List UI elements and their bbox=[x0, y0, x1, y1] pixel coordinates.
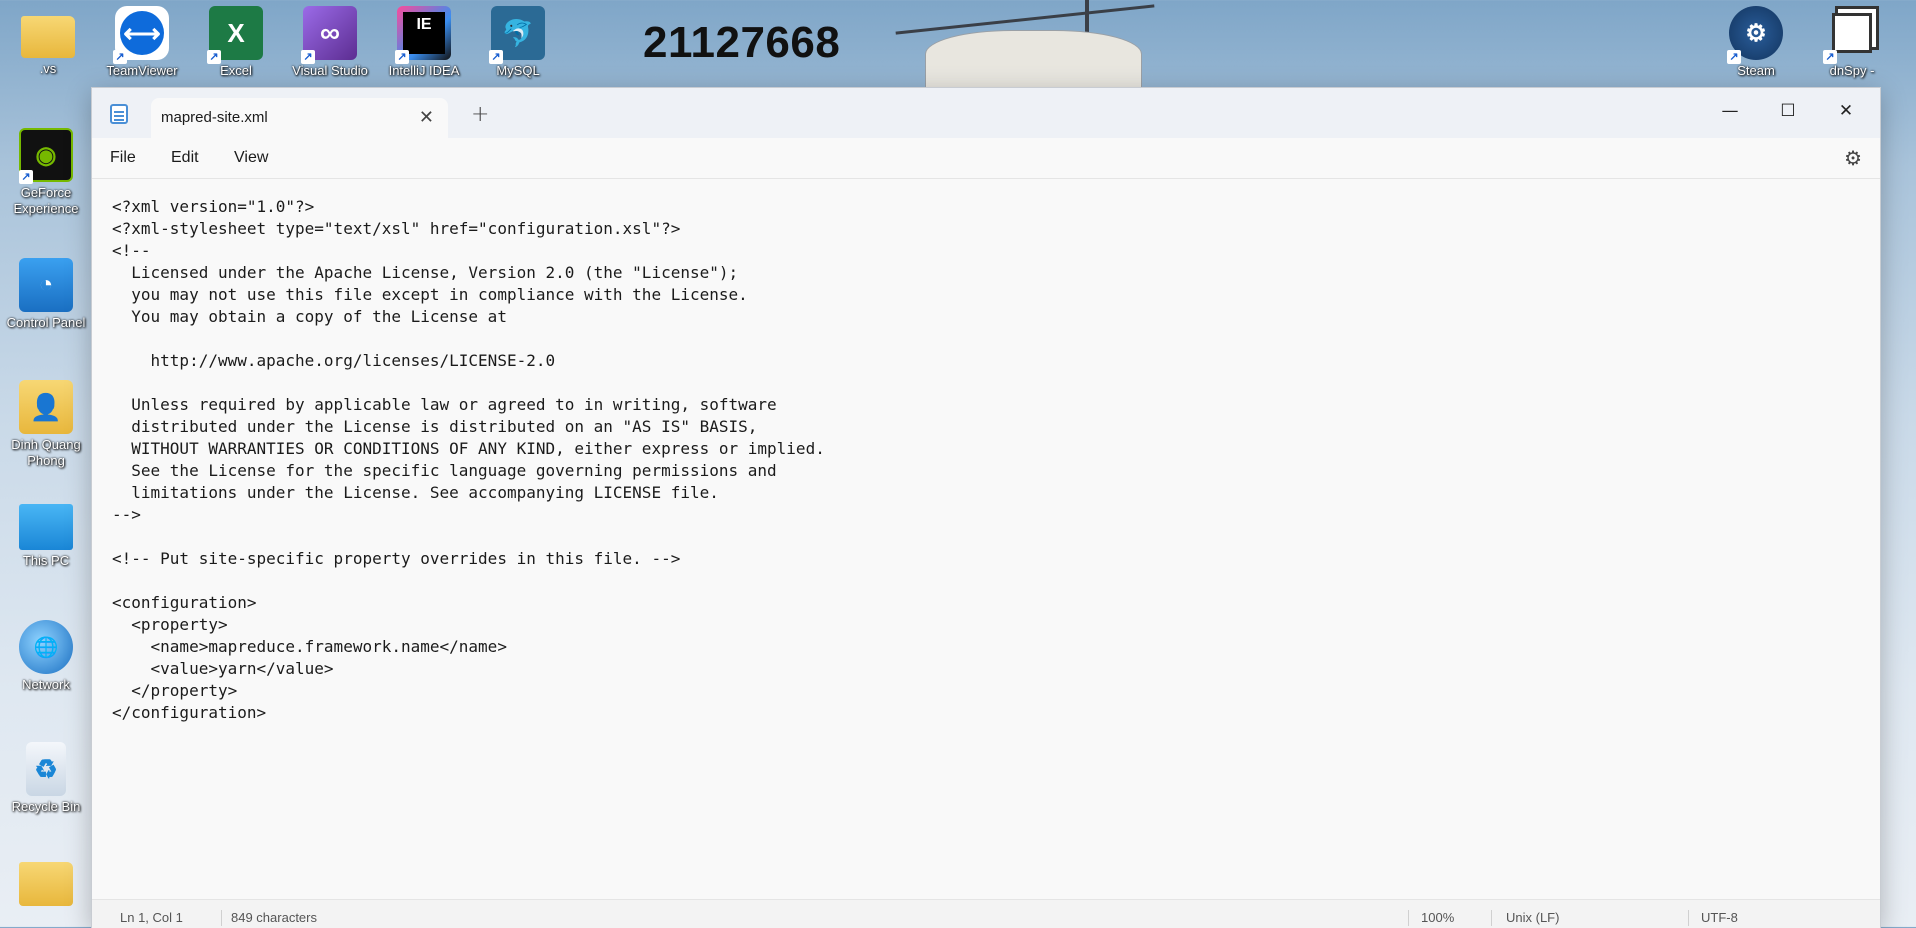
notepad-app-icon bbox=[110, 104, 128, 124]
mysql-icon: 🐬 ↗ bbox=[489, 6, 545, 64]
desktop-icon-steam[interactable]: ⚙ ↗ Steam bbox=[1710, 6, 1802, 79]
desktop-icon-label: Dinh Quang Phong bbox=[11, 437, 81, 468]
teamviewer-icon: ⟷ ↗ bbox=[113, 6, 169, 64]
visual-studio-icon: ∞ ↗ bbox=[301, 6, 357, 64]
status-divider bbox=[1688, 910, 1689, 926]
control-panel-icon: ◔ bbox=[19, 258, 73, 312]
desktop-icon-teamviewer[interactable]: ⟷ ↗ TeamViewer bbox=[96, 6, 188, 79]
menu-file[interactable]: File bbox=[110, 149, 136, 167]
desktop-icon-label: Recycle Bin bbox=[11, 799, 81, 814]
desktop-icon-excel[interactable]: X ↗ Excel bbox=[190, 6, 282, 79]
desktop-icon-control-panel[interactable]: ◔ Control Panel bbox=[0, 258, 92, 331]
title-bar[interactable]: mapred-site.xml ✕ + — ☐ ✕ bbox=[92, 88, 1880, 138]
close-tab-icon[interactable]: ✕ bbox=[419, 107, 434, 128]
desktop-icon-network[interactable]: 🌐 Network bbox=[0, 620, 92, 693]
desktop-icon-label: Control Panel bbox=[6, 315, 86, 330]
close-window-button[interactable]: ✕ bbox=[1818, 96, 1874, 126]
user-folder-icon: 👤 bbox=[19, 380, 73, 434]
desktop-icon-label: TeamViewer bbox=[106, 63, 178, 78]
line-ending[interactable]: Unix (LF) bbox=[1506, 910, 1559, 925]
status-divider bbox=[221, 910, 222, 926]
folder-icon bbox=[19, 862, 73, 906]
network-icon: 🌐 bbox=[19, 620, 73, 674]
desktop-icon-recycle-bin[interactable]: ♻ Recycle Bin bbox=[0, 742, 92, 815]
status-divider bbox=[1491, 910, 1492, 926]
desktop-icon-this-pc[interactable]: This PC bbox=[0, 500, 92, 569]
recycle-bin-icon: ♻ bbox=[26, 742, 66, 796]
desktop-icon-mysql[interactable]: 🐬 ↗ MySQL bbox=[472, 6, 564, 79]
desktop-icon-label: Network bbox=[22, 677, 70, 692]
menu-edit[interactable]: Edit bbox=[171, 149, 199, 167]
desktop-icon-geforce[interactable]: ◉ ↗ GeForce Experience bbox=[0, 128, 92, 217]
desktop-icon-visual-studio[interactable]: ∞ ↗ Visual Studio bbox=[284, 6, 376, 79]
editor-content[interactable]: <?xml version="1.0"?> <?xml-stylesheet t… bbox=[112, 196, 825, 724]
this-pc-icon bbox=[19, 504, 73, 550]
tab-mapred-site[interactable]: mapred-site.xml ✕ bbox=[151, 98, 448, 138]
zoom-level[interactable]: 100% bbox=[1421, 910, 1454, 925]
desktop-icon-label: Visual Studio bbox=[292, 63, 368, 78]
menu-bar: File Edit View ⚙ bbox=[92, 138, 1880, 179]
desktop-icon-dnspy[interactable]: ↗ dnSpy - bbox=[1806, 6, 1898, 79]
intellij-icon: IE ↗ bbox=[395, 6, 451, 64]
desktop-icon-label: Excel bbox=[220, 63, 252, 78]
tab-title: mapred-site.xml bbox=[161, 109, 268, 126]
folder-icon bbox=[21, 16, 75, 58]
menu-view[interactable]: View bbox=[234, 149, 268, 167]
notepad-window: mapred-site.xml ✕ + — ☐ ✕ File Edit View… bbox=[91, 87, 1881, 928]
desktop-icon-vs-folder[interactable]: .vs bbox=[2, 8, 94, 77]
steam-icon: ⚙ ↗ bbox=[1727, 6, 1783, 64]
geforce-icon: ◉ ↗ bbox=[19, 128, 73, 184]
desktop-icon-folder[interactable] bbox=[0, 862, 92, 906]
cursor-position: Ln 1, Col 1 bbox=[120, 910, 183, 925]
text-editor[interactable]: <?xml version="1.0"?> <?xml-stylesheet t… bbox=[92, 179, 1880, 900]
dnspy-icon: ↗ bbox=[1823, 6, 1879, 64]
encoding[interactable]: UTF-8 bbox=[1701, 910, 1738, 925]
new-tab-button[interactable]: + bbox=[471, 102, 489, 127]
desktop-number-label: 21127668 bbox=[643, 18, 841, 67]
excel-icon: X ↗ bbox=[207, 6, 263, 64]
desktop-icon-label: GeForce Experience bbox=[13, 185, 79, 216]
desktop-icon-intellij[interactable]: IE ↗ IntelliJ IDEA bbox=[378, 6, 470, 79]
maximize-button[interactable]: ☐ bbox=[1760, 96, 1816, 126]
status-divider bbox=[1408, 910, 1409, 926]
desktop-icon-label: MySQL bbox=[496, 63, 540, 78]
desktop-icon-label: .vs bbox=[39, 61, 57, 76]
desktop-icon-label: IntelliJ IDEA bbox=[388, 63, 460, 78]
desktop-icon-user-folder[interactable]: 👤 Dinh Quang Phong bbox=[0, 380, 92, 469]
desktop-icon-label: This PC bbox=[22, 553, 70, 568]
status-bar: Ln 1, Col 1 849 characters 100% Unix (LF… bbox=[92, 899, 1880, 928]
settings-gear-icon[interactable]: ⚙ bbox=[1844, 146, 1862, 170]
desktop-icon-label: Steam bbox=[1737, 63, 1775, 78]
character-count: 849 characters bbox=[231, 910, 317, 925]
minimize-button[interactable]: — bbox=[1702, 96, 1758, 126]
desktop-icon-label: dnSpy - bbox=[1829, 63, 1875, 78]
